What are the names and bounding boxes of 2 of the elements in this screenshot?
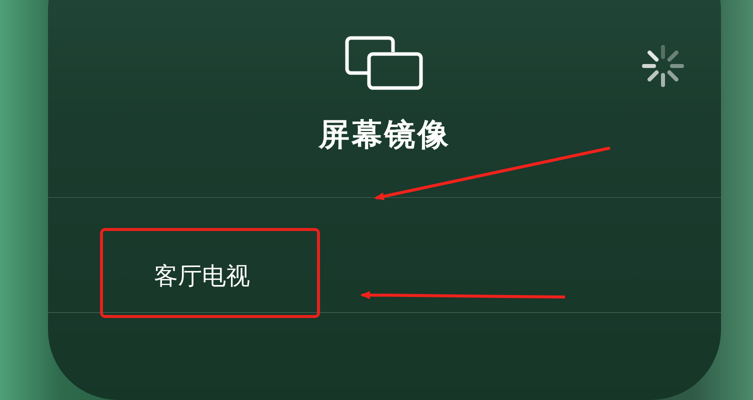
device-item[interactable]: 客厅电视 xyxy=(48,198,721,313)
panel-title: 屏幕镜像 xyxy=(318,116,450,155)
